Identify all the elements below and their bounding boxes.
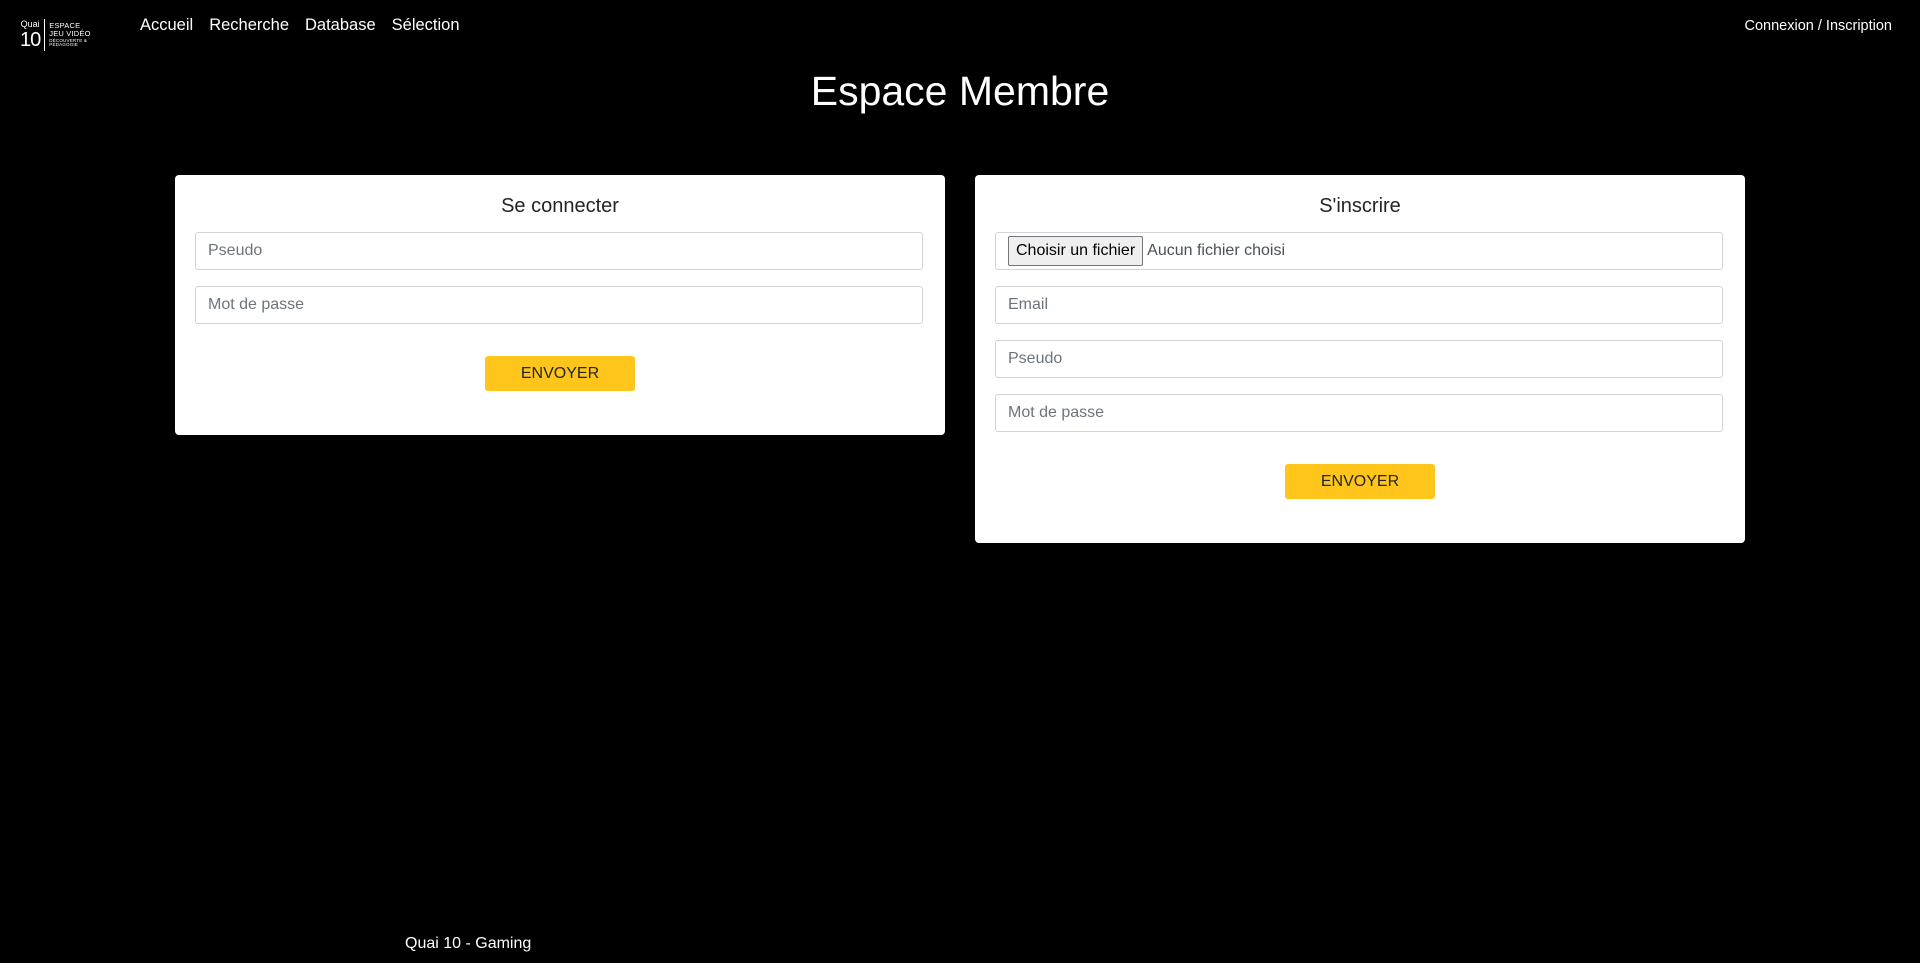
quai10-logo[interactable]: Quai 10 ESPACE JEU VIDÉO DÉCOUVERTE & PÉ… [20,18,112,52]
logo-wordmark: ESPACE JEU VIDÉO DÉCOUVERTE & PÉDAGOGIE [45,22,112,48]
logo-mark: Quai 10 [20,19,46,51]
choose-file-button[interactable]: Choisir un fichier [1008,236,1144,266]
nav-accueil[interactable]: Accueil [140,16,193,35]
main-nav: Accueil Recherche Database Sélection [140,16,460,35]
login-submit-button[interactable]: ENVOYER [485,356,635,391]
page-title: Espace Membre [810,68,1110,114]
register-card: S'inscrire Choisir un fichier Aucun fich… [975,175,1745,543]
register-email-input[interactable] [995,286,1723,324]
login-register-link[interactable]: Connexion / Inscription [1745,18,1893,34]
login-card: Se connecter ENVOYER [175,175,945,435]
logo-quai-text: Quai [20,19,40,29]
login-password-input[interactable] [195,286,923,324]
register-submit-wrap: ENVOYER [995,464,1725,499]
register-title: S'inscrire [1319,195,1401,217]
logo-line-3: DÉCOUVERTE & PÉDAGOGIE [49,37,88,48]
nav-recherche[interactable]: Recherche [209,16,289,35]
login-pseudo-input[interactable] [195,232,923,270]
logo-number: 10 [20,29,41,51]
login-submit-wrap: ENVOYER [195,356,925,391]
register-submit-button[interactable]: ENVOYER [1285,464,1435,499]
footer-text: Quai 10 - Gaming [405,935,532,952]
logo-line-2: JEU VIDÉO [49,28,91,38]
register-password-input[interactable] [995,394,1723,432]
file-status-text: Aucun fichier choisi [1147,242,1285,259]
top-navbar: Quai 10 ESPACE JEU VIDÉO DÉCOUVERTE & PÉ… [0,0,1920,54]
login-title: Se connecter [501,195,619,217]
nav-database[interactable]: Database [305,16,376,35]
avatar-file-input[interactable]: Choisir un fichier Aucun fichier choisi [995,232,1723,270]
nav-selection[interactable]: Sélection [392,16,460,35]
register-pseudo-input[interactable] [995,340,1723,378]
